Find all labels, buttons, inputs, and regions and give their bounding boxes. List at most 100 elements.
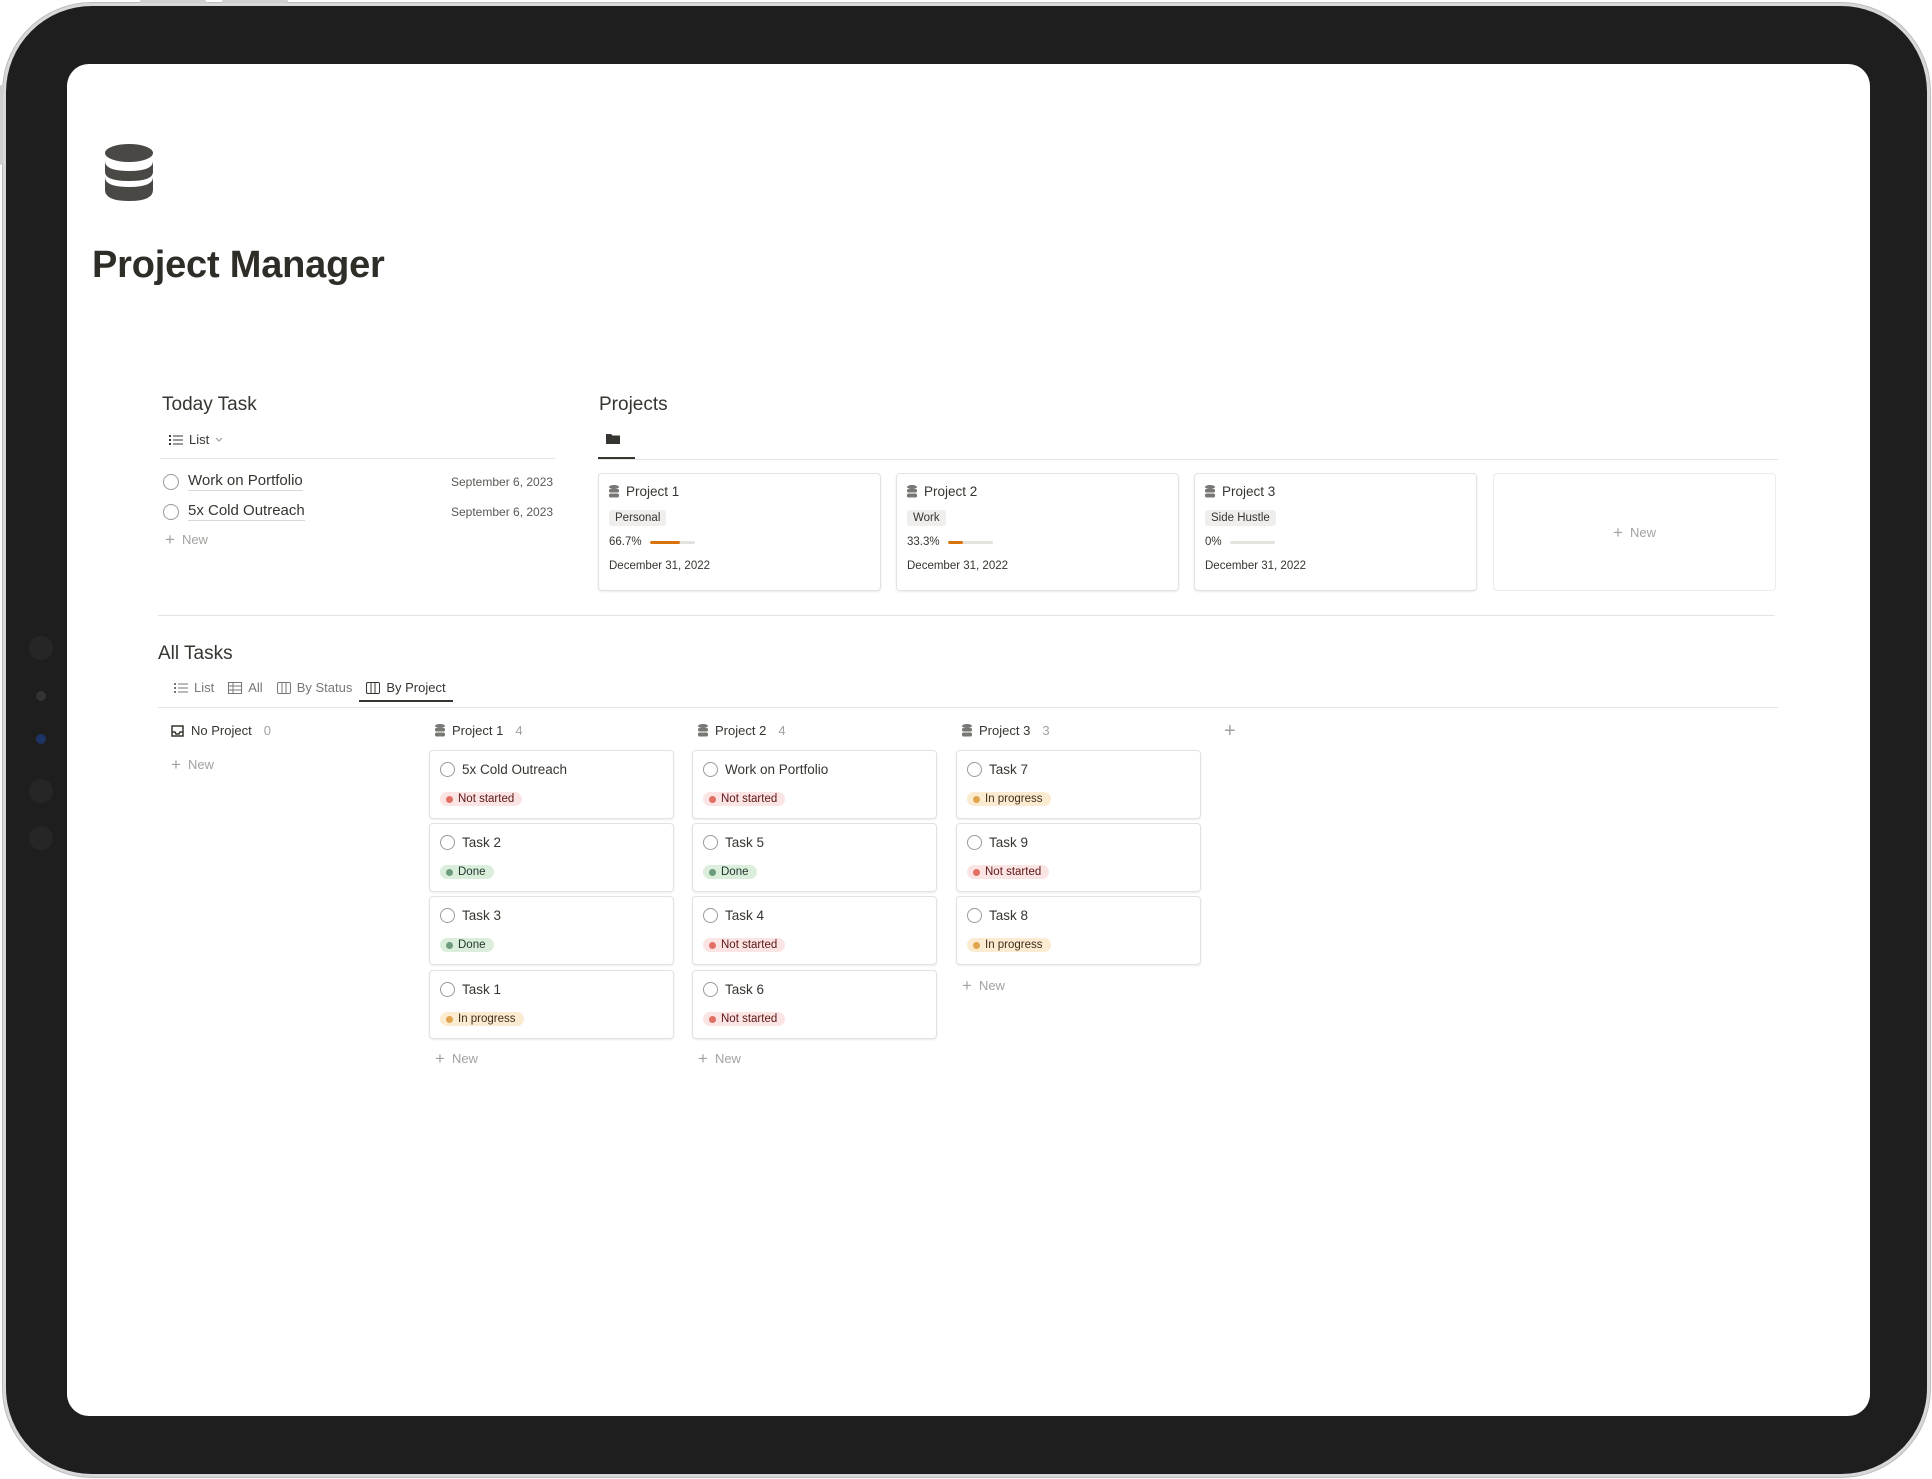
- board-new-button[interactable]: + New: [698, 1050, 741, 1067]
- plus-icon: +: [1613, 522, 1623, 542]
- board-icon: [276, 681, 291, 694]
- tab-by-status[interactable]: By Status: [270, 680, 360, 702]
- tab-all[interactable]: All: [221, 680, 269, 702]
- task-card[interactable]: Task 8 In progress: [956, 896, 1201, 965]
- column-name: No Project: [191, 723, 252, 738]
- board-column-header[interactable]: Project 1 4: [435, 723, 523, 738]
- side-sensor: [29, 779, 53, 803]
- today-task-view-tab[interactable]: List: [169, 432, 223, 447]
- task-name: Task 5: [725, 835, 765, 850]
- task-card[interactable]: Task 1 In progress: [429, 970, 674, 1039]
- projects-title[interactable]: Projects: [599, 394, 668, 416]
- status-badge: In progress: [440, 1012, 524, 1026]
- database-icon: [698, 724, 708, 737]
- checkbox[interactable]: [703, 982, 718, 997]
- project-name: Project 3: [1222, 484, 1276, 499]
- list-icon: [174, 682, 188, 693]
- tab-list[interactable]: List: [167, 680, 221, 702]
- tab-by-project[interactable]: By Project: [359, 680, 453, 702]
- task-name[interactable]: Work on Portfolio: [188, 472, 303, 491]
- task-card[interactable]: Task 4 Not started: [692, 896, 937, 965]
- task-card[interactable]: Task 7 In progress: [956, 750, 1201, 819]
- project-name: Project 2: [924, 484, 978, 499]
- checkbox[interactable]: [440, 835, 455, 850]
- checkbox[interactable]: [440, 908, 455, 923]
- task-card[interactable]: Task 5 Done: [692, 823, 937, 892]
- today-task-row[interactable]: Work on Portfolio: [163, 472, 303, 491]
- project-tag: Side Hustle: [1205, 510, 1276, 526]
- database-icon: [609, 485, 619, 498]
- board-new-button[interactable]: + New: [962, 977, 1005, 994]
- task-name: Task 1: [462, 982, 502, 997]
- checkbox[interactable]: [967, 762, 982, 777]
- checkbox[interactable]: [163, 503, 179, 520]
- status-badge: Not started: [703, 1012, 786, 1026]
- checkbox[interactable]: [163, 473, 179, 490]
- project-card[interactable]: Project 3 Side Hustle 0% December 31, 20…: [1194, 473, 1477, 591]
- side-sensor: [29, 826, 53, 850]
- project-card[interactable]: Project 1 Personal 66.7% December 31, 20…: [598, 473, 881, 591]
- project-name: Project 1: [626, 484, 680, 499]
- status-badge: Done: [440, 938, 494, 952]
- checkbox[interactable]: [703, 908, 718, 923]
- task-name: Task 3: [462, 908, 502, 923]
- status-badge: In progress: [967, 938, 1051, 952]
- task-date: September 6, 2023: [451, 475, 554, 489]
- task-card[interactable]: 5x Cold Outreach Not started: [429, 750, 674, 819]
- project-tag: Personal: [609, 510, 667, 526]
- checkbox[interactable]: [967, 835, 982, 850]
- column-count: 3: [1042, 723, 1050, 738]
- divider: [598, 459, 1778, 460]
- today-task-title[interactable]: Today Task: [162, 394, 257, 416]
- volume-button: [140, 0, 206, 3]
- all-tasks-view-tabs: List All By Status By Project: [167, 680, 453, 702]
- board-column-header[interactable]: Project 3 3: [962, 723, 1050, 738]
- task-name: Task 6: [725, 982, 765, 997]
- status-badge: Not started: [967, 865, 1050, 879]
- side-sensor: [29, 636, 53, 660]
- table-icon: [228, 681, 243, 694]
- status-badge: In progress: [967, 792, 1051, 806]
- today-task-new-button[interactable]: + New: [165, 531, 208, 548]
- board-column-header[interactable]: No Project 0: [171, 723, 271, 738]
- checkbox[interactable]: [703, 762, 718, 777]
- task-card[interactable]: Task 6 Not started: [692, 970, 937, 1039]
- folder-icon[interactable]: [606, 433, 620, 445]
- plus-icon: +: [962, 976, 972, 995]
- task-card[interactable]: Work on Portfolio Not started: [692, 750, 937, 819]
- section-divider: [158, 615, 1775, 616]
- checkbox[interactable]: [703, 835, 718, 850]
- project-card[interactable]: Project 2 Work 33.3% December 31, 2022: [896, 473, 1179, 591]
- add-group-button[interactable]: +: [1224, 720, 1236, 743]
- task-date: September 6, 2023: [451, 505, 554, 519]
- page-title: Project Manager: [92, 244, 385, 286]
- checkbox[interactable]: [440, 762, 455, 777]
- task-name[interactable]: 5x Cold Outreach: [188, 502, 305, 521]
- side-sensor-small: [36, 691, 46, 701]
- chevron-down-icon[interactable]: [215, 437, 223, 443]
- today-task-row[interactable]: 5x Cold Outreach: [163, 502, 305, 521]
- new-project-button[interactable]: + New: [1493, 473, 1776, 591]
- board-new-button[interactable]: + New: [171, 756, 214, 773]
- status-badge: Not started: [703, 938, 786, 952]
- power-button: [0, 85, 3, 165]
- board-column-header[interactable]: Project 2 4: [698, 723, 786, 738]
- project-date: December 31, 2022: [609, 560, 711, 572]
- new-label: New: [714, 1051, 741, 1066]
- tab-label: All: [248, 680, 263, 695]
- task-card[interactable]: Task 3 Done: [429, 896, 674, 965]
- checkbox[interactable]: [967, 908, 982, 923]
- task-card[interactable]: Task 2 Done: [429, 823, 674, 892]
- project-tag: Work: [907, 510, 946, 526]
- column-name: Project 2: [715, 723, 767, 738]
- all-tasks-title[interactable]: All Tasks: [158, 643, 233, 665]
- new-label: New: [187, 757, 214, 772]
- progress-bar: [947, 540, 993, 544]
- board-new-button[interactable]: + New: [435, 1050, 478, 1067]
- progress-bar: [649, 540, 695, 544]
- checkbox[interactable]: [440, 982, 455, 997]
- database-icon: [907, 485, 917, 498]
- task-card[interactable]: Task 9 Not started: [956, 823, 1201, 892]
- task-name: Task 9: [989, 835, 1029, 850]
- progress-label: 33.3%: [907, 536, 940, 548]
